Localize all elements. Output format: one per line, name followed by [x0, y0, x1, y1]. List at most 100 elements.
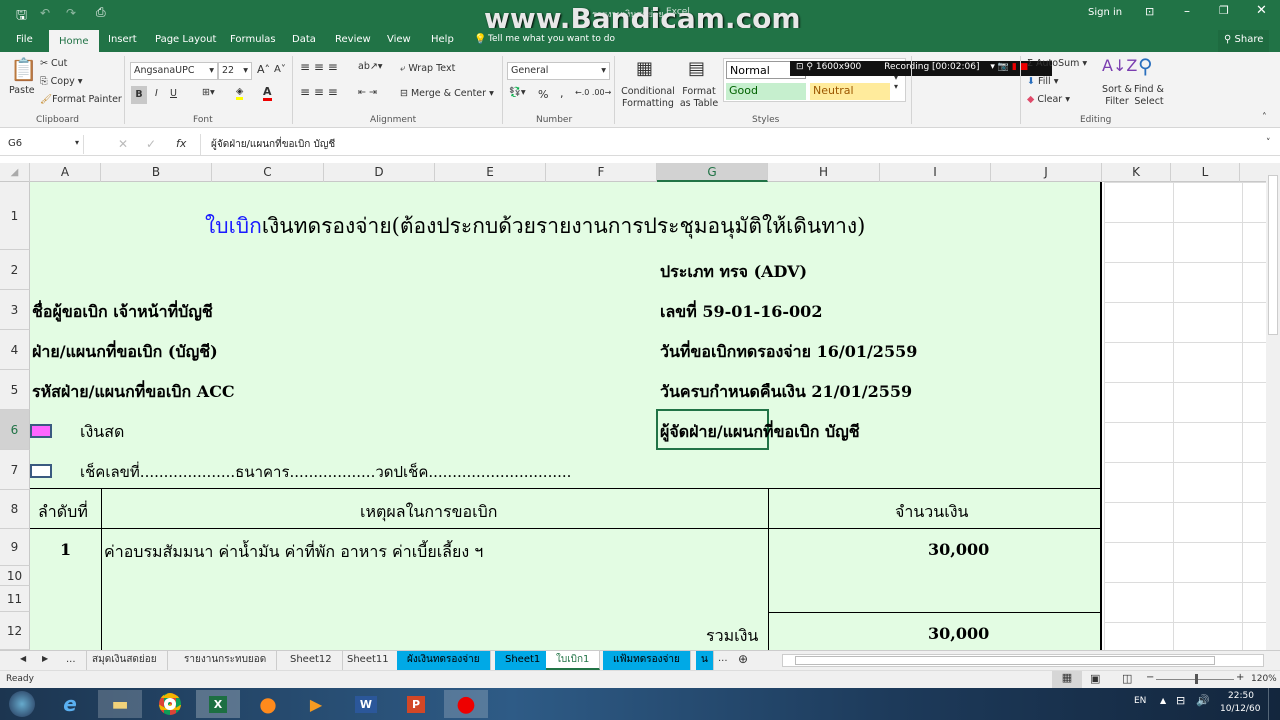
cell-manager[interactable]: ผู้จัดฝ่าย/แผนกที่ขอเบิก บัญชี	[660, 420, 860, 445]
empty-cells-grid[interactable]	[1104, 182, 1270, 650]
start-button[interactable]	[0, 690, 44, 718]
column-header[interactable]: G	[657, 163, 768, 182]
tab-formulas[interactable]: Formulas	[230, 32, 276, 47]
cell-cheque[interactable]: เช็คเลขที่....................ธนาคาร....…	[80, 460, 571, 484]
scrollbar-thumb[interactable]	[795, 656, 1215, 665]
zoom-level[interactable]: 120%	[1251, 674, 1277, 684]
cell-doc-number[interactable]: เลขที่ 59-01-16-002	[660, 300, 822, 325]
fill-button[interactable]: ⬇ Fill ▾	[1027, 76, 1058, 87]
camera-icon[interactable]: ▾ 📷	[990, 62, 1009, 72]
row-header[interactable]: 8	[0, 490, 30, 529]
tab-home[interactable]: Home	[49, 30, 99, 52]
row-header[interactable]: 1	[0, 182, 30, 250]
share-button[interactable]: ⚲ Share	[1218, 30, 1270, 52]
align-top-icon[interactable]: ≡ ≡ ≡	[300, 60, 338, 74]
word-icon[interactable]: W	[344, 690, 388, 718]
cancel-icon[interactable]: ✕	[118, 137, 128, 151]
file-explorer-icon[interactable]: ▬	[98, 690, 142, 718]
chrome-icon[interactable]	[148, 690, 192, 718]
horizontal-scrollbar[interactable]	[782, 654, 1264, 667]
cell-item-amount[interactable]: 30,000	[928, 540, 989, 559]
cell-cash[interactable]: เงินสด	[80, 420, 124, 445]
cheque-checkbox[interactable]	[30, 464, 52, 478]
autosum-button[interactable]: Σ AutoSum ▾	[1027, 58, 1087, 69]
media-player-icon[interactable]: ▶	[294, 690, 338, 718]
cash-checkbox[interactable]	[30, 424, 52, 438]
column-header[interactable]: B	[101, 163, 212, 182]
wrap-text-button[interactable]: ⤶ Wrap Text	[400, 63, 455, 74]
sheet-tab[interactable]: แฟ้มทดรองจ่าย	[603, 651, 691, 670]
orientation-icon[interactable]: ab↗▾	[358, 61, 383, 72]
save-icon[interactable]: 🖫	[16, 6, 27, 28]
select-all-button[interactable]: ◢	[0, 163, 30, 182]
row-header[interactable]: 4	[0, 330, 30, 370]
bandicam-icon[interactable]: ●	[444, 690, 488, 718]
excel-taskbar-icon[interactable]: X	[196, 690, 240, 718]
column-header[interactable]: L	[1171, 163, 1240, 182]
enter-icon[interactable]: ✓	[146, 137, 156, 151]
tab-view[interactable]: View	[387, 32, 411, 47]
number-format-select[interactable]: General ▾	[507, 62, 610, 80]
tab-file[interactable]: File	[16, 32, 33, 47]
tab-scroll-left-icon[interactable]: ◀	[20, 654, 26, 663]
redo-icon[interactable]: ↷	[66, 6, 76, 20]
restore-button[interactable]: ❐	[1219, 4, 1229, 17]
column-header[interactable]: I	[880, 163, 991, 182]
sheet-tab[interactable]: Sheet12	[280, 651, 343, 670]
page-layout-view-icon[interactable]: ▣	[1090, 672, 1100, 685]
percent-button[interactable]: %	[538, 88, 548, 101]
page-break-view-icon[interactable]: ◫	[1122, 672, 1132, 685]
cell-due-date[interactable]: วันครบกำหนดคืนเงิน 21/01/2559	[660, 380, 912, 405]
vertical-scrollbar[interactable]	[1266, 163, 1280, 650]
tab-insert[interactable]: Insert	[108, 32, 137, 47]
row-header[interactable]: 11	[0, 586, 30, 612]
column-header[interactable]: K	[1102, 163, 1171, 182]
row-header[interactable]: 9	[0, 529, 30, 566]
conditional-formatting-button[interactable]: Conditional Formatting	[620, 86, 676, 110]
undo-icon[interactable]: ↶	[40, 6, 50, 20]
decimal-icon[interactable]: ←.0 .00→	[575, 88, 611, 97]
row-header[interactable]: 7	[0, 450, 30, 490]
cell-request-date[interactable]: วันที่ขอเบิกทดรองจ่าย 16/01/2559	[660, 340, 917, 365]
sheet-tab[interactable]: ผังเงินทดรองจ่าย	[397, 651, 491, 670]
minimize-button[interactable]: –	[1184, 4, 1190, 18]
more-sheets-right[interactable]: ...	[718, 653, 728, 664]
tell-me-box[interactable]: Tell me what you want to do	[488, 32, 615, 46]
collapse-ribbon-icon[interactable]: ˄	[1262, 112, 1267, 123]
sheet-tab-active[interactable]: ใบเบิก1	[546, 651, 601, 670]
sheet-tab[interactable]: Sheet11	[337, 651, 400, 670]
fill-color-icon[interactable]: ◈	[236, 86, 244, 100]
tab-page-layout[interactable]: Page Layout	[155, 32, 216, 47]
decrease-font-icon[interactable]: A˅	[274, 64, 286, 75]
format-as-table-button[interactable]: Format as Table	[677, 86, 721, 110]
print-preview-icon[interactable]: ⎙	[96, 5, 106, 20]
function-icon[interactable]: fx	[176, 137, 186, 150]
sort-filter-button[interactable]: Sort & Filter	[1100, 84, 1134, 108]
increase-font-icon[interactable]: A˄	[257, 63, 270, 76]
tab-scroll-right-icon[interactable]: ▶	[42, 654, 48, 663]
cell-dept-code[interactable]: รหัสฝ่าย/แผนกที่ขอเบิก ACC	[32, 380, 235, 405]
column-header[interactable]: E	[435, 163, 546, 182]
scrollbar-thumb[interactable]	[1268, 175, 1278, 335]
normal-view-icon[interactable]: ▦	[1052, 671, 1082, 688]
cell-requester[interactable]: ชื่อผู้ขอเบิก เจ้าหน้าที่บัญชี	[32, 300, 213, 325]
cell-type[interactable]: ประเภท ทรจ (ADV)	[660, 260, 807, 285]
row-header[interactable]: 10	[0, 566, 30, 586]
zoom-out-button[interactable]: −	[1146, 672, 1154, 683]
merge-center-button[interactable]: ⊟ Merge & Center ▾	[400, 88, 494, 99]
row-header[interactable]: 6	[0, 410, 30, 450]
column-header[interactable]: H	[768, 163, 880, 182]
column-header[interactable]: C	[212, 163, 324, 182]
formula-input[interactable]: ผู้จัดฝ่าย/แผนกที่ขอเบิก บัญชี	[200, 134, 1266, 155]
find-select-button[interactable]: Find & Select	[1132, 84, 1166, 108]
expand-formula-icon[interactable]: ˅	[1266, 138, 1271, 148]
paste-button[interactable]: Paste	[9, 85, 35, 96]
close-button[interactable]: ✕	[1256, 3, 1267, 18]
sign-in-link[interactable]: Sign in	[1088, 7, 1122, 18]
bold-button[interactable]: B	[131, 86, 147, 104]
style-neutral[interactable]: Neutral	[810, 83, 890, 100]
row-header[interactable]: 2	[0, 250, 30, 290]
powerpoint-icon[interactable]: P	[394, 690, 438, 718]
internet-explorer-icon[interactable]: e	[48, 690, 92, 718]
clock-time[interactable]: 22:50	[1228, 691, 1254, 701]
